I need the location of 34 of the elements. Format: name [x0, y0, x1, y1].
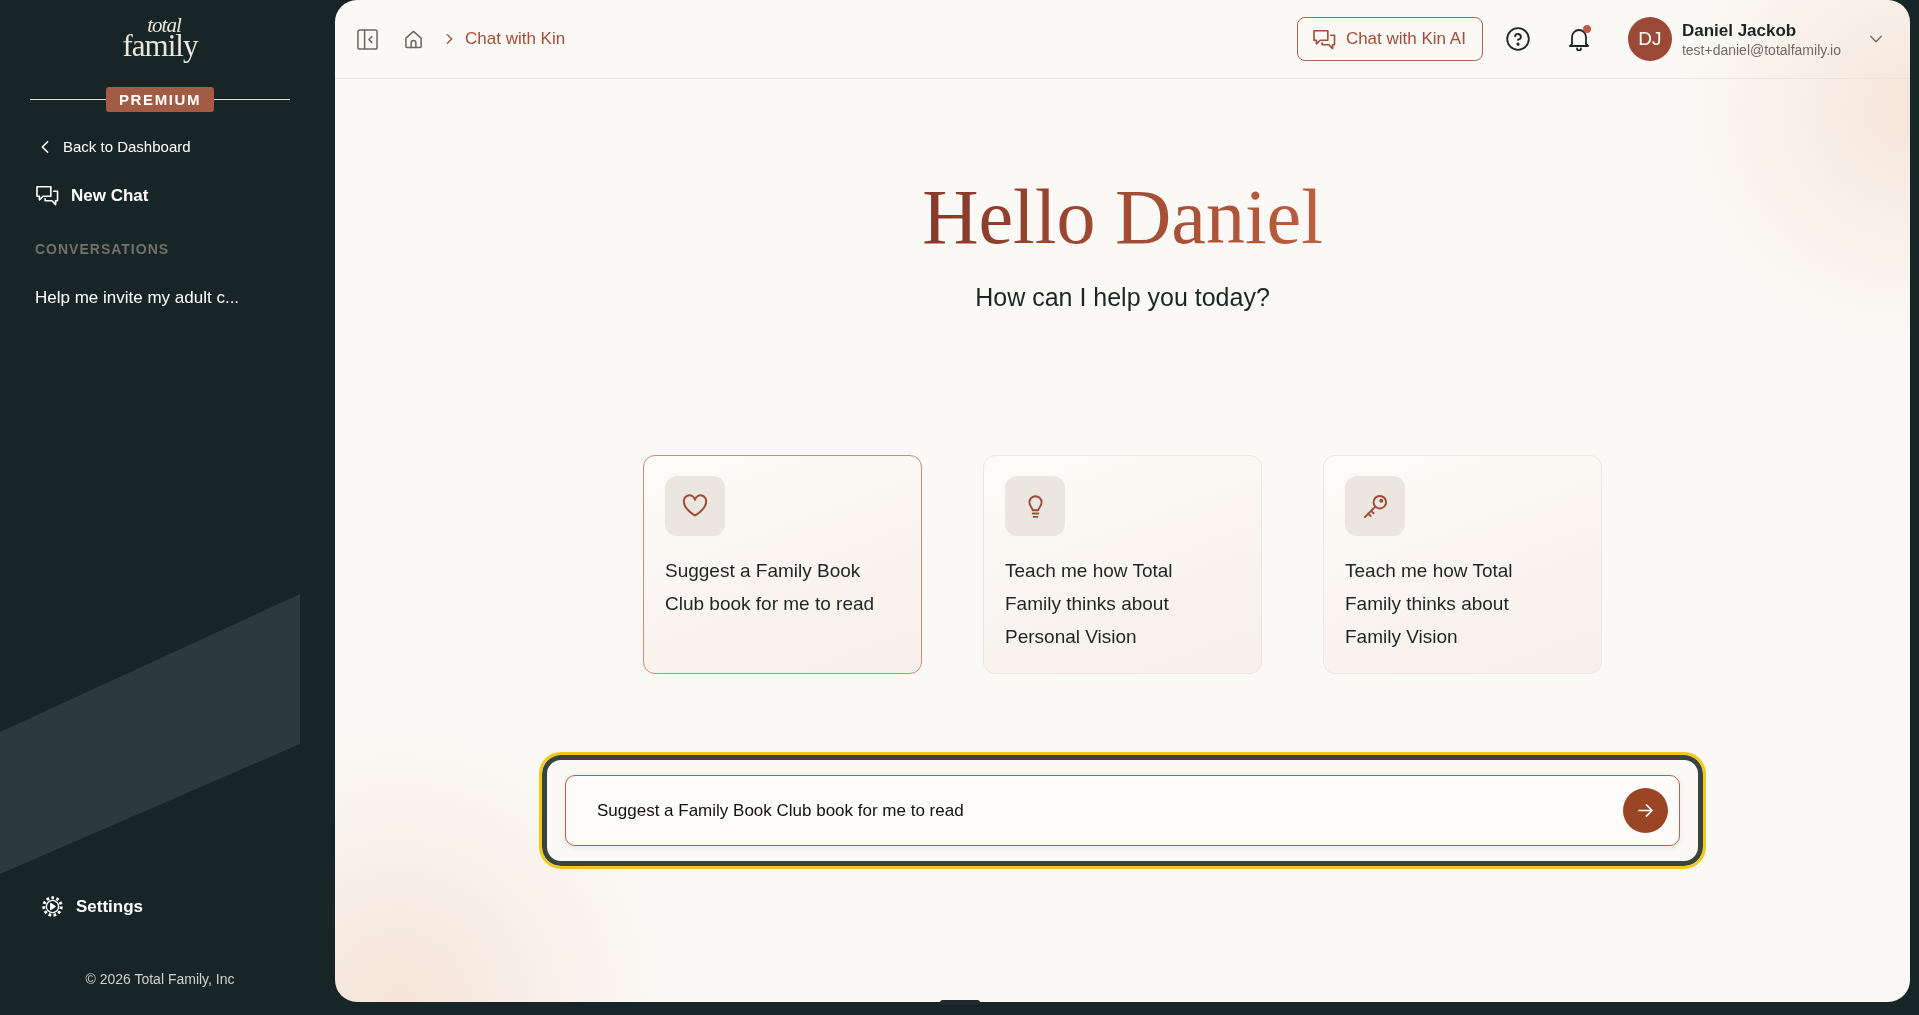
- arrow-right-icon: [1638, 804, 1653, 817]
- greeting-subtitle: How can I help you today?: [975, 282, 1270, 313]
- help-icon[interactable]: [1505, 27, 1530, 51]
- bell-icon[interactable]: [1567, 27, 1590, 51]
- chat-bubbles-icon: [1312, 28, 1336, 50]
- home-icon[interactable]: [404, 29, 423, 49]
- suggestion-text: Teach me how Total Family thinks about Family Vision: [1345, 559, 1514, 649]
- suggestion-text: Teach me how Total Family thinks about Personal Vision: [1005, 559, 1174, 649]
- user-email: test+daniel@totalfamily.io: [1681, 40, 1841, 59]
- resize-handle[interactable]: [940, 1000, 980, 1005]
- suggestion-card[interactable]: Teach me how Total Family thinks about Family Vision: [1323, 455, 1602, 674]
- breadcrumb-current: Chat with Kin: [465, 28, 566, 51]
- chat-bubbles-icon: [36, 184, 59, 206]
- sidebar-toggle-icon[interactable]: [357, 28, 378, 50]
- chat-with-kin-button[interactable]: Chat with Kin AI: [1296, 17, 1483, 61]
- user-avatar: DJ: [1627, 17, 1672, 61]
- message-input[interactable]: Suggest a Family Book Club book for me to read: [565, 775, 1680, 846]
- conversation-item[interactable]: Help me invite my adult c...: [29, 282, 246, 314]
- chevron-down-icon[interactable]: [1869, 35, 1883, 43]
- settings-link[interactable]: Settings: [42, 893, 144, 919]
- chevron-right-icon: [446, 33, 453, 45]
- new-chat-link[interactable]: New Chat: [36, 182, 149, 208]
- suggestion-text: Suggest a Family Book Club book for me to read: [665, 559, 876, 616]
- lightbulb-icon: [1005, 476, 1065, 536]
- plan-badge: PREMIUM: [106, 87, 215, 112]
- suggestion-card[interactable]: Suggest a Family Book Club book for me to read: [643, 455, 922, 674]
- section-heading: CONVERSATIONS: [35, 240, 170, 259]
- settings-icon: [42, 895, 63, 917]
- copyright-text: © 2026 Total Family, Inc: [85, 970, 235, 989]
- user-name: Daniel Jackob: [1681, 19, 1798, 41]
- back-link[interactable]: Back to Dashboard: [41, 136, 191, 159]
- key-icon: [1345, 476, 1405, 536]
- chevron-left-icon: [41, 140, 49, 155]
- suggestion-card[interactable]: Teach me how Total Family thinks about Personal Vision: [983, 455, 1262, 674]
